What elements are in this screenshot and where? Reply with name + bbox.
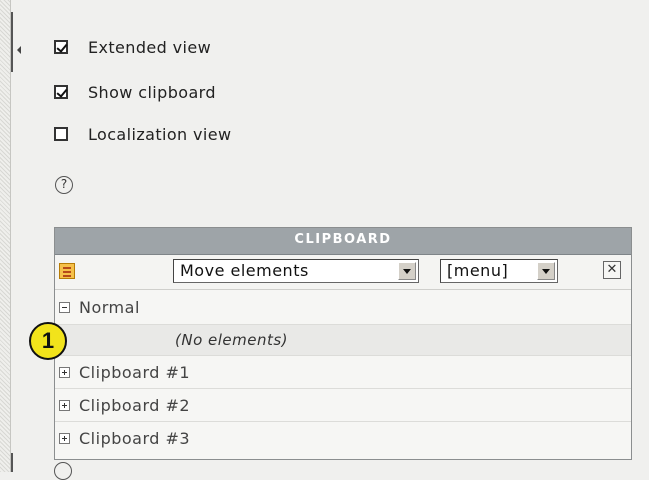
help-icon-partial[interactable] xyxy=(54,462,72,480)
empty-elements-text: (No elements) xyxy=(175,331,289,349)
extended-view-checkbox[interactable] xyxy=(54,40,68,54)
localization-view-checkbox[interactable] xyxy=(54,127,68,141)
menu-select[interactable]: [menu] xyxy=(440,259,558,283)
extended-view-label: Extended view xyxy=(88,37,212,57)
pad-normal-label: Normal xyxy=(79,297,140,317)
pad-label: Clipboard #1 xyxy=(79,362,191,382)
frame-edge xyxy=(11,453,13,472)
mode-select-value: Move elements xyxy=(180,261,309,280)
empty-elements-row: (No elements) xyxy=(55,325,631,356)
option-localization-view[interactable]: Localization view xyxy=(54,124,232,144)
help-icon[interactable]: ? xyxy=(55,176,73,194)
pad-clipboard-1[interactable]: Clipboard #1 xyxy=(55,356,631,389)
pad-label: Clipboard #3 xyxy=(79,428,191,448)
option-extended-view[interactable]: Extended view xyxy=(54,37,211,57)
show-clipboard-checkbox[interactable] xyxy=(54,85,68,99)
pad-clipboard-3[interactable]: Clipboard #3 xyxy=(55,422,631,454)
clipboard-toolbar: Move elements [menu] ✕ xyxy=(55,255,631,290)
clipboard-title: CLIPBOARD xyxy=(55,228,631,255)
mode-select[interactable]: Move elements xyxy=(173,259,419,283)
expand-icon[interactable] xyxy=(59,399,70,411)
clipboard-panel: CLIPBOARD Move elements [menu] ✕ Normal … xyxy=(54,227,632,460)
chevron-down-icon[interactable] xyxy=(398,262,416,280)
option-show-clipboard[interactable]: Show clipboard xyxy=(54,82,216,102)
localization-view-label: Localization view xyxy=(88,124,232,144)
close-icon[interactable]: ✕ xyxy=(603,261,621,279)
list-icon[interactable] xyxy=(59,263,75,279)
pad-label: Clipboard #2 xyxy=(79,395,191,415)
left-frame-strip xyxy=(0,0,11,472)
annotation-badge: 1 xyxy=(29,322,67,360)
chevron-down-icon[interactable] xyxy=(537,262,555,280)
pad-normal[interactable]: Normal xyxy=(55,290,631,325)
collapse-handle[interactable] xyxy=(11,12,27,72)
expand-icon[interactable] xyxy=(59,432,70,444)
collapse-arrow-icon xyxy=(17,46,21,54)
pad-clipboard-2[interactable]: Clipboard #2 xyxy=(55,389,631,422)
show-clipboard-label: Show clipboard xyxy=(88,82,216,102)
menu-select-value: [menu] xyxy=(447,261,509,280)
collapse-icon[interactable] xyxy=(59,301,70,313)
expand-icon[interactable] xyxy=(59,366,70,378)
